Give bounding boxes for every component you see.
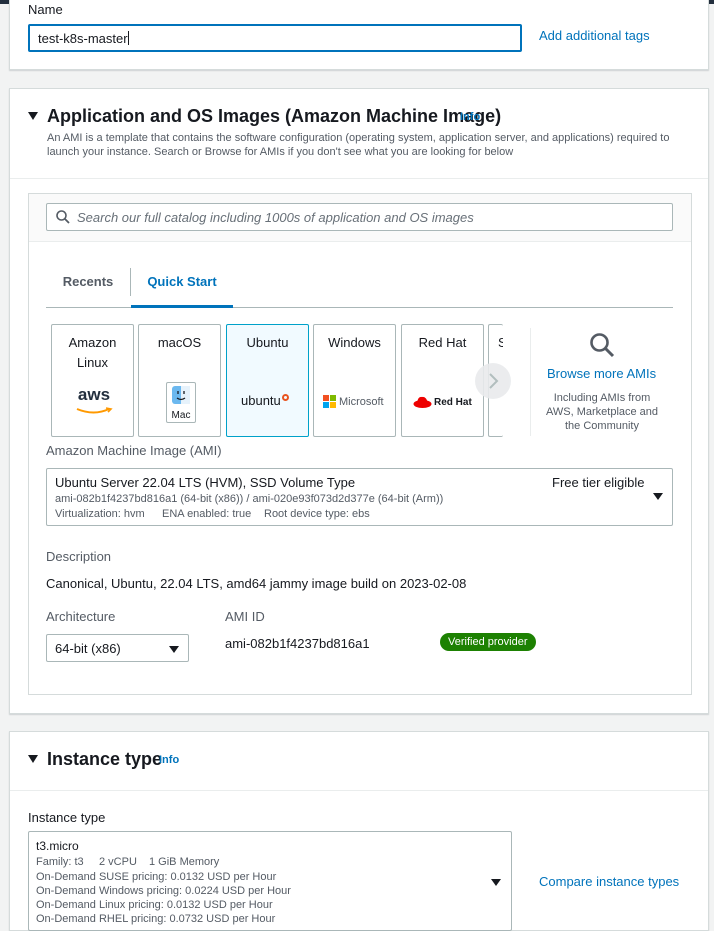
instance-windows-pricing: On-Demand Windows pricing: 0.0224 USD pe…: [36, 885, 291, 897]
name-input-value: test-k8s-master: [38, 30, 128, 46]
search-placeholder: Search our full catalog including 1000s …: [77, 209, 474, 225]
name-input[interactable]: test-k8s-master: [28, 24, 522, 52]
description-value: Canonical, Ubuntu, 22.04 LTS, amd64 jamm…: [46, 576, 467, 591]
tab-recents-label: Recents: [62, 274, 114, 289]
collapse-caret-icon[interactable]: [28, 755, 38, 763]
ami-select[interactable]: Ubuntu Server 22.04 LTS (HVM), SSD Volum…: [46, 468, 673, 526]
microsoft-logo-icon: Microsoft: [323, 395, 384, 408]
aws-logo-icon: aws: [74, 385, 114, 418]
ami-select-ena: ENA enabled: true: [162, 508, 252, 520]
ami-select-tier: Free tier eligible: [552, 475, 645, 490]
ami-select-name: Ubuntu Server 22.04 LTS (HVM), SSD Volum…: [55, 475, 356, 490]
ami-id-label: AMI ID: [225, 609, 265, 624]
ami-select-root-device: Root device type: ebs: [264, 508, 370, 520]
add-tags-link[interactable]: Add additional tags: [539, 28, 650, 43]
instance-info-link[interactable]: Info: [159, 754, 179, 766]
ami-info-link[interactable]: Info: [460, 111, 480, 123]
aws-logo-text: aws: [77, 385, 111, 404]
instance-vcpu: 2 vCPU: [99, 856, 137, 868]
ubuntu-logo-text: ubuntu: [241, 393, 281, 408]
search-icon: [55, 209, 71, 225]
instance-title: Instance type: [47, 749, 163, 769]
tile-red-hat-name: Red Hat: [418, 335, 467, 350]
red-hat-logo-text: Red Hat: [434, 396, 472, 408]
chevron-down-icon: [491, 879, 501, 886]
instance-suse-pricing: On-Demand SUSE pricing: 0.0132 USD per H…: [36, 871, 277, 883]
instance-rhel-pricing: On-Demand RHEL pricing: 0.0732 USD per H…: [36, 913, 276, 925]
verified-provider-badge: Verified provider: [440, 633, 536, 651]
architecture-value: 64-bit (x86): [55, 640, 121, 656]
text-cursor: [127, 31, 129, 45]
browse-more-amis-link[interactable]: Browse more AMIs: [547, 366, 656, 381]
ami-description: An AMI is a template that contains the s…: [47, 132, 670, 158]
compare-instance-types-link[interactable]: Compare instance types: [539, 874, 679, 889]
tile-amazon-linux[interactable]: Amazon Linux aws: [51, 324, 134, 437]
tab-recents[interactable]: Recents: [46, 268, 130, 308]
instance-memory: 1 GiB Memory: [149, 856, 220, 868]
mac-finder-icon: Mac: [166, 382, 196, 423]
tile-ubuntu-name: Ubuntu: [246, 335, 289, 350]
tiles-divider: [530, 328, 531, 436]
ami-label: Amazon Machine Image (AMI): [46, 443, 222, 458]
tile-amazon-linux-name: Amazon Linux: [68, 335, 117, 370]
ami-divider: [10, 178, 708, 179]
browse-more-sub: Including AMIs from AWS, Marketplace and…: [545, 392, 659, 432]
architecture-label: Architecture: [46, 609, 116, 624]
name-label: Name: [28, 2, 63, 17]
instance-linux-pricing: On-Demand Linux pricing: 0.0132 USD per …: [36, 899, 273, 911]
ami-select-ids: ami-082b1f4237bd816a1 (64-bit (x86)) / a…: [55, 493, 444, 505]
instance-family: Family: t3: [36, 856, 84, 868]
ami-title: Application and OS Images (Amazon Machin…: [47, 106, 502, 126]
instance-divider: [10, 790, 708, 791]
mac-logo-text: Mac: [171, 410, 191, 421]
tile-ubuntu[interactable]: Ubuntu ubuntu: [226, 324, 309, 437]
ami-select-virtualization: Virtualization: hvm: [55, 508, 145, 520]
ubuntu-logo-icon: ubuntu: [241, 393, 289, 408]
tab-quick-start[interactable]: Quick Start: [131, 268, 233, 308]
red-hat-logo-icon: Red Hat: [413, 395, 472, 409]
tab-quick-start-label: Quick Start: [147, 274, 217, 289]
chevron-down-icon: [653, 493, 663, 500]
tile-windows-name: Windows: [328, 335, 381, 350]
carousel-next-button[interactable]: [475, 363, 511, 399]
collapse-caret-icon[interactable]: [28, 112, 38, 120]
chevron-down-icon: [169, 646, 179, 653]
browse-search-icon[interactable]: [588, 331, 616, 364]
tile-partial-name: S: [498, 333, 503, 353]
ami-search-input[interactable]: Search our full catalog including 1000s …: [46, 203, 673, 231]
tile-macos-name: macOS: [157, 335, 202, 350]
description-label: Description: [46, 549, 112, 564]
chevron-right-icon: [489, 373, 499, 389]
instance-type-label: Instance type: [28, 810, 106, 825]
tile-red-hat[interactable]: Red Hat Red Hat: [401, 324, 484, 437]
microsoft-logo-text: Microsoft: [339, 395, 384, 408]
tile-windows[interactable]: Windows Microsoft: [313, 324, 396, 437]
ami-id-value: ami-082b1f4237bd816a1: [225, 636, 370, 651]
instance-type-name: t3.micro: [36, 839, 79, 853]
instance-type-select[interactable]: t3.micro Family: t3 2 vCPU 1 GiB Memory …: [28, 831, 512, 931]
architecture-select[interactable]: 64-bit (x86): [46, 634, 189, 662]
tile-macos[interactable]: macOS Mac: [138, 324, 221, 437]
